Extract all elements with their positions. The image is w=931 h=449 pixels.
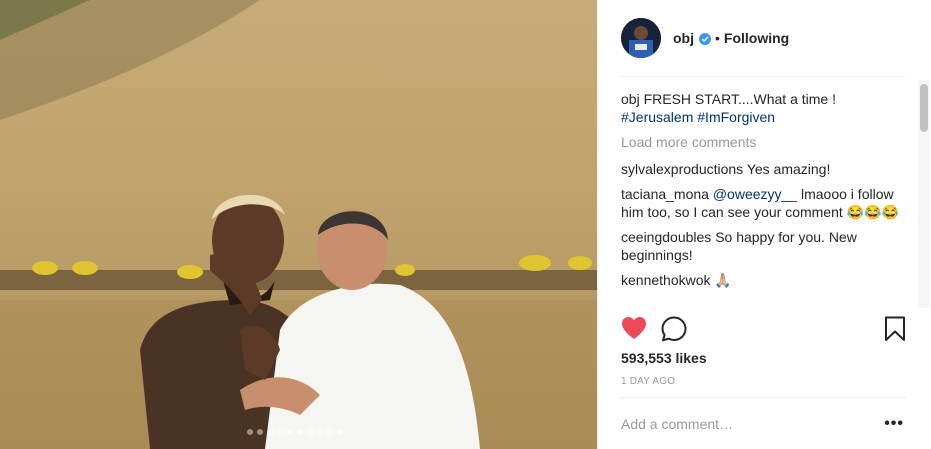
add-comment-bar: ••• (621, 397, 906, 449)
username-link[interactable]: obj (673, 30, 694, 46)
avatar[interactable] (621, 18, 661, 58)
carousel-dot[interactable] (307, 429, 313, 435)
comment-text: Yes amazing! (746, 161, 831, 177)
following-button[interactable]: Following (724, 30, 789, 46)
header-separator: • (715, 30, 720, 46)
comment: kennethokwok 🙏🏼 (621, 271, 904, 289)
comment-username[interactable]: obj (621, 91, 640, 107)
comment: sylvalexproductions Yes amazing! (621, 160, 904, 178)
add-comment-input[interactable] (621, 415, 861, 432)
instagram-post: obj • Following obj FRESH START....What … (0, 0, 931, 449)
comment-text: FRESH START....What a time ! (643, 91, 836, 107)
comment-username[interactable]: taciana_mona (621, 186, 709, 202)
comment-username[interactable]: kennethokwok (621, 272, 711, 288)
like-count[interactable]: 593,553 likes (621, 350, 707, 366)
carousel-dot-active[interactable] (287, 429, 293, 435)
carousel-dot[interactable] (327, 429, 333, 435)
comment-username[interactable]: sylvalexproductions (621, 161, 743, 177)
photo-illustration (0, 0, 597, 449)
comment-icon[interactable] (661, 316, 687, 347)
comments-scrollbar[interactable] (918, 80, 930, 308)
more-options-icon[interactable]: ••• (884, 415, 904, 433)
post-header: obj • Following (621, 0, 905, 77)
comment-text: 🙏🏼 (714, 272, 732, 288)
carousel-dot[interactable] (317, 429, 323, 435)
post-actions (621, 316, 906, 344)
hashtag-link[interactable]: #ImForgiven (697, 109, 775, 125)
verified-badge-icon (699, 32, 711, 45)
carousel-dot[interactable] (267, 429, 273, 435)
comment: ceeingdoubles So happy for you. New begi… (621, 228, 904, 264)
load-more-comments-button[interactable]: Load more comments (621, 133, 904, 151)
bookmark-icon[interactable] (884, 316, 906, 347)
post-photo[interactable] (0, 0, 597, 449)
hashtag-link[interactable]: #Jerusalem (621, 109, 693, 125)
carousel-dot[interactable] (247, 429, 253, 435)
carousel-dot[interactable] (337, 429, 343, 435)
avatar-image (621, 18, 661, 58)
caption: obj FRESH START....What a time ! #Jerusa… (621, 90, 904, 126)
post-timestamp[interactable]: 1 DAY AGO (621, 376, 675, 387)
carousel-indicator (247, 429, 343, 435)
post-side-panel: obj • Following obj FRESH START....What … (597, 0, 931, 449)
heart-icon[interactable] (621, 316, 647, 345)
mention-link[interactable]: @oweezyy__ (713, 186, 797, 202)
scrollbar-thumb[interactable] (920, 84, 928, 132)
carousel-dot[interactable] (297, 429, 303, 435)
comments-list: obj FRESH START....What a time ! #Jerusa… (621, 90, 904, 305)
comment: taciana_mona @oweezyy__ lmaooo i follow … (621, 185, 904, 221)
carousel-dot[interactable] (277, 429, 283, 435)
comment-username[interactable]: ceeingdoubles (621, 229, 711, 245)
carousel-dot[interactable] (257, 429, 263, 435)
